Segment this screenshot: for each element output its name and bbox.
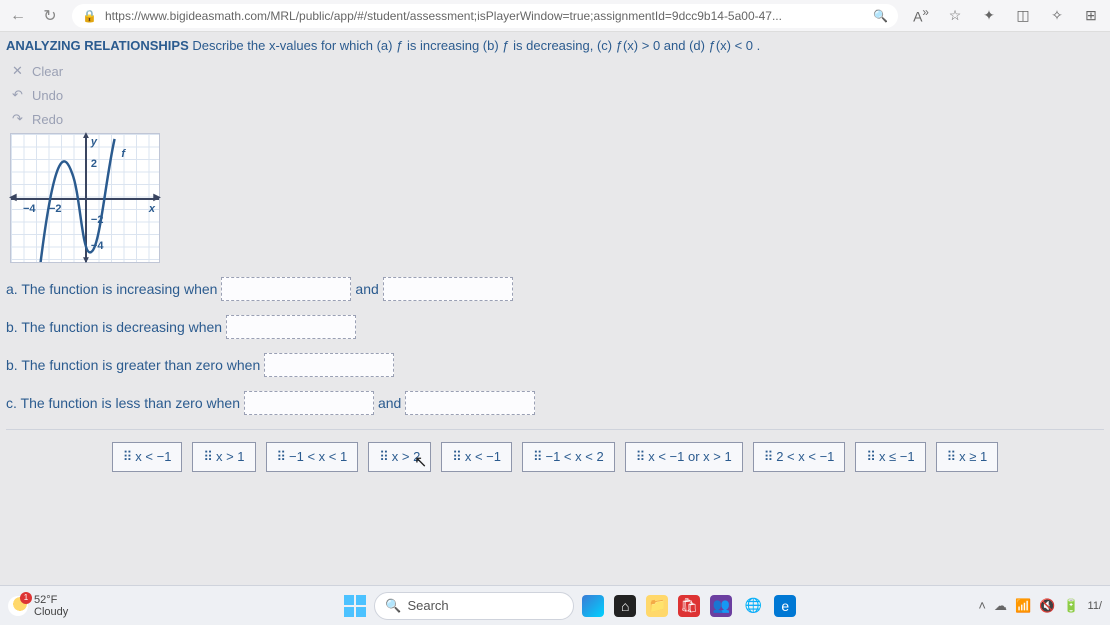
tile-3[interactable]: ⠿x > 2 bbox=[368, 442, 431, 472]
answer-tiles: ⠿x < −1 ⠿x > 1 ⠿−1 < x < 1 ⠿x > 2 ⠿x < −… bbox=[6, 438, 1104, 480]
app-icon[interactable]: ⊞ bbox=[1080, 7, 1102, 24]
tile-9-label: x ≥ 1 bbox=[959, 449, 987, 464]
redo-label: Redo bbox=[32, 112, 63, 127]
back-icon[interactable]: ← bbox=[8, 7, 28, 25]
favorite-icon[interactable]: ☆ bbox=[944, 7, 966, 24]
curve-path bbox=[11, 134, 159, 262]
dropzone-c1[interactable] bbox=[264, 353, 394, 377]
tile-9[interactable]: ⠿x ≥ 1 bbox=[936, 442, 999, 472]
dropzone-a1[interactable] bbox=[221, 277, 351, 301]
wifi-icon[interactable]: 📶 bbox=[1015, 598, 1031, 614]
tile-6[interactable]: ⠿x < −1 or x > 1 bbox=[625, 442, 743, 472]
tile-5[interactable]: ⠿−1 < x < 2 bbox=[522, 442, 615, 472]
split-icon[interactable]: ◫ bbox=[1012, 7, 1034, 24]
app-chrome-icon[interactable]: 🌐 bbox=[742, 595, 764, 617]
start-button[interactable] bbox=[344, 595, 366, 617]
refresh-icon[interactable]: ↻ bbox=[40, 6, 60, 26]
dropzone-d1[interactable] bbox=[244, 391, 374, 415]
qc-text: b. The function is greater than zero whe… bbox=[6, 357, 260, 373]
heading-rest: Describe the x-values for which (a) ƒ is… bbox=[189, 38, 761, 53]
browser-toolbar: ← ↻ 🔒 https://www.bigideasmath.com/MRL/p… bbox=[0, 0, 1110, 32]
qb-text: b. The function is decreasing when bbox=[6, 319, 222, 335]
undo-icon: ↶ bbox=[12, 87, 26, 103]
heading-bold: ANALYZING RELATIONSHIPS bbox=[6, 38, 189, 53]
weather-icon bbox=[8, 596, 28, 616]
question-c: b. The function is greater than zero whe… bbox=[6, 353, 1104, 377]
dropzone-d2[interactable] bbox=[405, 391, 535, 415]
clear-label: Clear bbox=[32, 64, 63, 79]
app-teams-icon[interactable]: 👥 bbox=[710, 595, 732, 617]
chevron-up-icon[interactable]: ˄ bbox=[978, 598, 986, 613]
address-bar[interactable]: 🔒 https://www.bigideasmath.com/MRL/publi… bbox=[72, 4, 898, 28]
tile-0[interactable]: ⠿x < −1 bbox=[112, 442, 183, 472]
app-terminal-icon[interactable]: ⌂ bbox=[614, 595, 636, 617]
close-icon: ✕ bbox=[12, 63, 26, 79]
taskbar-search[interactable]: 🔍 Search bbox=[374, 592, 574, 620]
search-icon: 🔍 bbox=[385, 598, 401, 614]
battery-icon[interactable]: 🔋 bbox=[1063, 598, 1079, 614]
function-graph: ▶ ◀ ▲ ▼ −4 −2 2 −2 −4 y x f bbox=[10, 133, 160, 263]
question-d: c. The function is less than zero when a… bbox=[6, 391, 1104, 415]
qa-text: a. The function is increasing when bbox=[6, 281, 217, 297]
weather-temp: 52°F bbox=[34, 594, 68, 606]
lock-icon: 🔒 bbox=[82, 9, 97, 23]
undo-button[interactable]: ↶ Undo bbox=[6, 83, 1104, 107]
redo-icon: ↷ bbox=[12, 111, 26, 127]
system-tray: ˄ ☁ 📶 🔇 🔋 11/ bbox=[978, 598, 1102, 614]
tile-3-label: x > 2 bbox=[392, 449, 421, 464]
tile-6-label: x < −1 or x > 1 bbox=[648, 449, 731, 464]
collections-icon[interactable]: ✧ bbox=[1046, 7, 1068, 24]
tile-5-label: −1 < x < 2 bbox=[546, 449, 604, 464]
tile-2-label: −1 < x < 1 bbox=[289, 449, 347, 464]
question-heading: ANALYZING RELATIONSHIPS Describe the x-v… bbox=[6, 38, 1104, 53]
extensions-icon[interactable]: ✦ bbox=[978, 7, 1000, 24]
question-a: a. The function is increasing when and bbox=[6, 277, 1104, 301]
app-explorer-icon[interactable]: 📁 bbox=[646, 595, 668, 617]
read-aloud-icon[interactable]: A» bbox=[910, 6, 932, 25]
tile-4[interactable]: ⠿x < −1 bbox=[441, 442, 512, 472]
volume-icon[interactable]: 🔇 bbox=[1039, 598, 1055, 614]
search-placeholder: Search bbox=[407, 598, 448, 613]
dropzone-b1[interactable] bbox=[226, 315, 356, 339]
taskbar-time[interactable]: 11/ bbox=[1088, 600, 1102, 612]
page-content: ANALYZING RELATIONSHIPS Describe the x-v… bbox=[0, 32, 1110, 484]
edit-tools: ✕ Clear ↶ Undo ↷ Redo bbox=[6, 59, 1104, 131]
url-text: https://www.bigideasmath.com/MRL/public/… bbox=[105, 9, 865, 23]
tile-0-label: x < −1 bbox=[135, 449, 171, 464]
divider bbox=[6, 429, 1104, 430]
qd-text: c. The function is less than zero when bbox=[6, 395, 240, 411]
tile-7-label: 2 < x < −1 bbox=[776, 449, 834, 464]
pinned-apps: ⌂ 📁 🛍 👥 🌐 e bbox=[582, 595, 796, 617]
tile-7[interactable]: ⠿2 < x < −1 bbox=[753, 442, 846, 472]
clear-button[interactable]: ✕ Clear bbox=[6, 59, 1104, 83]
undo-label: Undo bbox=[32, 88, 63, 103]
qd-and: and bbox=[378, 395, 401, 411]
tile-1-label: x > 1 bbox=[216, 449, 245, 464]
tile-4-label: x < −1 bbox=[465, 449, 501, 464]
app-edge2-icon[interactable]: e bbox=[774, 595, 796, 617]
dropzone-a2[interactable] bbox=[383, 277, 513, 301]
windows-taskbar: 52°F Cloudy 🔍 Search ⌂ 📁 🛍 👥 🌐 e ˄ ☁ 📶 🔇… bbox=[0, 585, 1110, 625]
question-b: b. The function is decreasing when bbox=[6, 315, 1104, 339]
app-store-icon[interactable]: 🛍 bbox=[678, 595, 700, 617]
tile-8-label: x ≤ −1 bbox=[879, 449, 915, 464]
tile-1[interactable]: ⠿x > 1 bbox=[192, 442, 255, 472]
zoom-icon[interactable]: 🔍 bbox=[873, 9, 888, 23]
qa-and: and bbox=[355, 281, 378, 297]
tile-8[interactable]: ⠿x ≤ −1 bbox=[855, 442, 925, 472]
weather-cond: Cloudy bbox=[34, 606, 68, 618]
tile-2[interactable]: ⠿−1 < x < 1 bbox=[266, 442, 359, 472]
redo-button[interactable]: ↷ Redo bbox=[6, 107, 1104, 131]
cloud-icon[interactable]: ☁ bbox=[994, 598, 1007, 614]
app-edge-icon[interactable] bbox=[582, 595, 604, 617]
weather-widget[interactable]: 52°F Cloudy bbox=[8, 594, 68, 618]
